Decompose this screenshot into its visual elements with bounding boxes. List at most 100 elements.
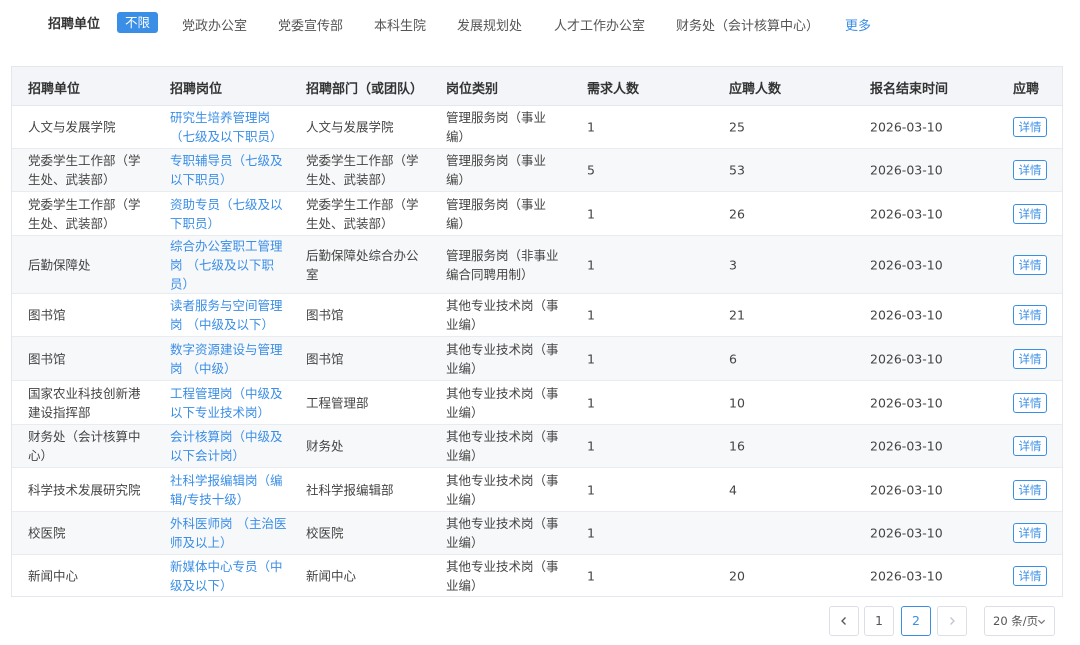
table-row: 科学技术发展研究院 社科学报编辑岗（编 辑/专技十级） 社科学报编辑部 其他专业技术岗（…	[12, 468, 1062, 512]
filter-option-all[interactable]: 不限	[117, 12, 159, 33]
column-header-apply: 应聘	[1013, 82, 1040, 97]
detail-button[interactable]: 详情	[1013, 116, 1047, 137]
page-size-value: 20 条/页	[993, 614, 1039, 628]
job-post-link[interactable]: 工程管理岗（中级及 以下专业技术岗）	[170, 384, 298, 422]
page-size-select[interactable]: 20 条/页	[984, 606, 1055, 636]
job-post-link[interactable]: 数字资源建设与管理岗 （中级）	[170, 340, 298, 378]
filter-title: 招聘单位	[48, 17, 101, 32]
cell-dept: 新闻中心	[306, 568, 357, 584]
cell-applied: 4	[729, 482, 737, 497]
column-header-post: 招聘岗位	[170, 82, 223, 97]
table-row: 新闻中心 新媒体中心专员（中 级及以下） 新闻中心 其他专业技术岗（事 业编） 1 20 202…	[12, 555, 1062, 596]
cell-deadline: 2026-03-10	[870, 395, 943, 410]
cell-unit: 图书馆	[28, 307, 66, 323]
cell-category: 其他专业技术岗（事 业编）	[446, 516, 559, 550]
table-row: 后勤保障处 综合办公室职工管理岗 （七级及以下职 员） 后勤保障处综合办公室管理服务岗…	[12, 236, 1062, 294]
table-row: 人文与发展学院 研究生培养管理岗 （七级及以下职员） 人文与发展学院 管理服务岗（事业编…	[12, 105, 1062, 149]
cell-unit: 图书馆	[28, 351, 66, 366]
cell-dept: 党委学生工作部（学 生处、武装部）	[306, 196, 419, 231]
filter-option[interactable]: 党委宣传部	[278, 15, 343, 34]
column-header-applied: 应聘人数	[729, 82, 782, 97]
job-post-link[interactable]: 会计核算岗（中级及 以下会计岗）	[170, 427, 298, 465]
cell-deadline: 2026-03-10	[870, 438, 943, 454]
cell-applied: 6	[729, 351, 737, 366]
filter-option[interactable]: 党政办公室	[182, 15, 247, 34]
filter-option[interactable]: 财务处（会计核算中心）	[676, 15, 819, 34]
cell-unit: 党委学生工作部（学 生处、武装部）	[28, 196, 141, 231]
job-post-link[interactable]: 外科医师岗 （主治医 师及以上）	[170, 514, 298, 552]
cell-deadline: 2026-03-10	[870, 206, 943, 221]
cell-category: 管理服务岗（事业 编）	[446, 153, 547, 187]
cell-deadline: 2026-03-10	[870, 162, 943, 178]
table-row: 校医院 外科医师岗 （主治医 师及以上） 校医院 其他专业技术岗（事 业编） 1 2026-0…	[12, 512, 1062, 555]
detail-button[interactable]: 详情	[1013, 254, 1047, 275]
cell-category: 管理服务岗（事业 编）	[446, 196, 547, 231]
filter-option[interactable]: 人才工作办公室	[554, 15, 645, 34]
cell-dept: 校医院	[306, 525, 344, 541]
table-row: 党委学生工作部（学 生处、武装部） 专职辅导员（七级及 以下职员） 党委学生工作部（学生…	[12, 149, 1062, 192]
cell-deadline: 2026-03-10	[870, 257, 943, 272]
cell-need: 1	[587, 351, 595, 366]
page-button[interactable]: 1	[864, 606, 894, 636]
chevron-left-icon	[841, 617, 846, 625]
detail-button[interactable]: 详情	[1013, 523, 1047, 543]
cell-deadline: 2026-03-10	[870, 119, 943, 134]
filter-more-link[interactable]: 更多	[845, 15, 871, 34]
column-header-need: 需求人数	[587, 82, 640, 97]
cell-unit: 财务处（会计核算中 心）	[28, 429, 141, 463]
table-header: 招聘单位 招聘岗位 招聘部门（或团队） 岗位类别 需求人数 应聘人数 报名结束时…	[12, 67, 1062, 106]
prev-page-button[interactable]	[829, 606, 859, 636]
filter-option[interactable]: 本科生院	[374, 15, 426, 34]
detail-button[interactable]: 详情	[1013, 436, 1047, 456]
table-row: 财务处（会计核算中 心） 会计核算岗（中级及 以下会计岗） 财务处 其他专业技术岗（事 业编…	[12, 425, 1062, 468]
cell-category: 管理服务岗（事业 编）	[446, 109, 547, 144]
job-post-link[interactable]: 社科学报编辑岗（编 辑/专技十级）	[170, 471, 298, 509]
cell-category: 其他专业技术岗（事 业编）	[446, 559, 559, 593]
job-post-link[interactable]: 专职辅导员（七级及 以下职员）	[170, 151, 298, 189]
cell-dept: 社科学报编辑部	[306, 482, 394, 497]
cell-applied: 3	[729, 257, 737, 272]
cell-unit: 人文与发展学院	[28, 119, 116, 134]
detail-button[interactable]: 详情	[1013, 392, 1047, 413]
cell-unit: 国家农业科技创新港 建设指挥部	[28, 385, 141, 420]
job-post-link[interactable]: 研究生培养管理岗 （七级及以下职员）	[170, 108, 298, 146]
chevron-down-icon	[1037, 619, 1046, 625]
filter-option[interactable]: 发展规划处	[457, 15, 522, 34]
detail-button[interactable]: 详情	[1013, 479, 1047, 500]
cell-unit: 校医院	[28, 525, 66, 541]
cell-unit: 后勤保障处	[28, 257, 91, 272]
job-post-link[interactable]: 综合办公室职工管理岗 （七级及以下职 员）	[170, 236, 298, 293]
detail-button[interactable]: 详情	[1013, 160, 1047, 180]
detail-button[interactable]: 详情	[1013, 203, 1047, 224]
job-post-link[interactable]: 资助专员（七级及以 下职员）	[170, 195, 298, 233]
job-post-link[interactable]: 读者服务与空间管理岗 （中级及以下）	[170, 296, 298, 334]
cell-need: 1	[587, 438, 595, 454]
cell-dept: 财务处	[306, 438, 344, 454]
cell-category: 其他专业技术岗（事 业编）	[446, 472, 559, 507]
cell-applied: 53	[729, 162, 745, 178]
table-row: 图书馆 数字资源建设与管理岗 （中级） 图书馆 其他专业技术岗（事 业编） 1 6 2026-…	[12, 337, 1062, 381]
table-row: 党委学生工作部（学 生处、武装部） 资助专员（七级及以 下职员） 党委学生工作部（学 生处…	[12, 192, 1062, 236]
cell-need: 1	[587, 525, 595, 541]
job-post-link[interactable]: 新媒体中心专员（中 级及以下）	[170, 557, 298, 595]
next-page-button[interactable]	[937, 606, 967, 636]
cell-applied: 20	[729, 568, 745, 584]
cell-deadline: 2026-03-10	[870, 307, 943, 323]
cell-category: 其他专业技术岗（事 业编）	[446, 385, 559, 420]
detail-button[interactable]: 详情	[1013, 566, 1047, 586]
cell-deadline: 2026-03-10	[870, 568, 943, 584]
cell-deadline: 2026-03-10	[870, 525, 943, 541]
cell-dept: 人文与发展学院	[306, 119, 394, 134]
column-header-category: 岗位类别	[446, 82, 499, 97]
detail-button[interactable]: 详情	[1013, 305, 1047, 325]
cell-need: 1	[587, 395, 595, 410]
cell-unit: 科学技术发展研究院	[28, 482, 141, 497]
detail-button[interactable]: 详情	[1013, 348, 1047, 369]
page-button-current[interactable]: 2	[901, 606, 931, 636]
column-header-dept: 招聘部门（或团队）	[306, 82, 424, 97]
cell-category: 管理服务岗（非事业 编合同聘用制）	[446, 247, 559, 282]
jobs-table: 招聘单位 招聘岗位 招聘部门（或团队） 岗位类别 需求人数 应聘人数 报名结束时…	[11, 66, 1063, 597]
column-header-unit: 招聘单位	[28, 82, 81, 97]
cell-applied: 25	[729, 119, 745, 134]
cell-dept: 后勤保障处综合办公室	[306, 247, 419, 282]
